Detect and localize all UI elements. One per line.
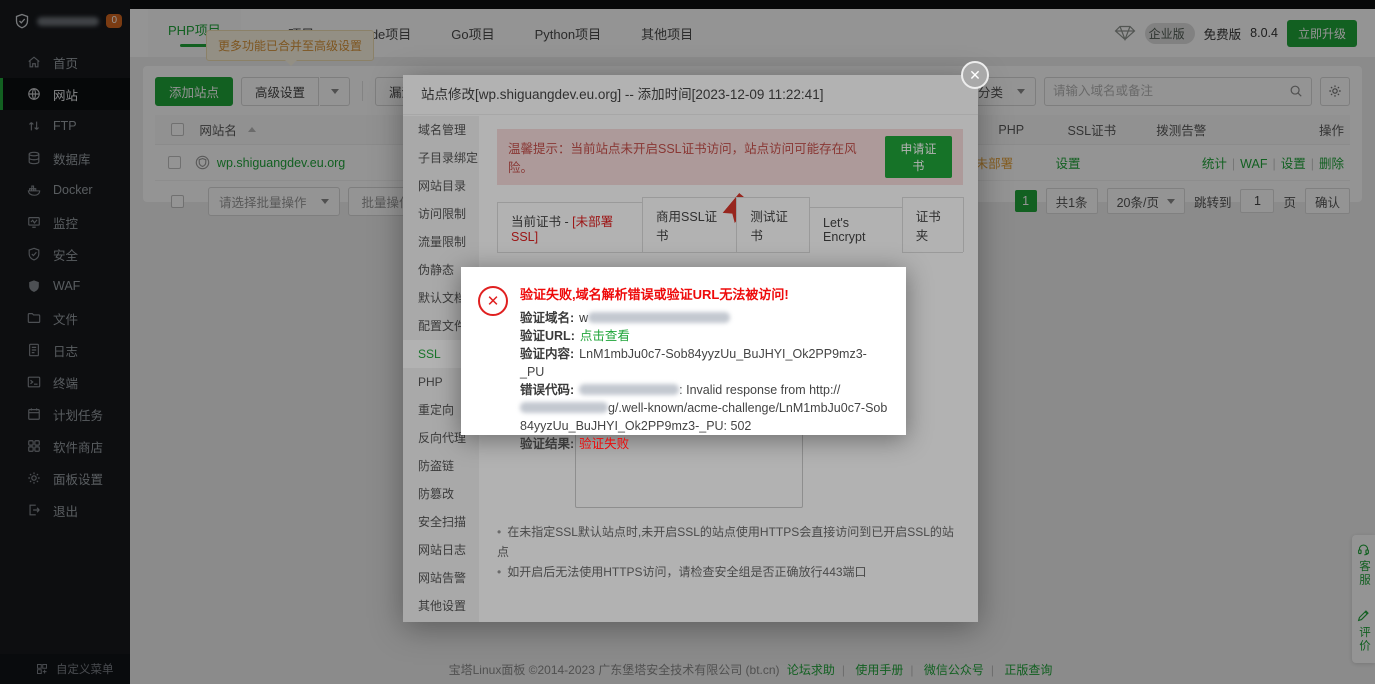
verify-content-line: 验证内容:LnM1mbJu0c7-Sob84yyzUu_BuJHYI_Ok2PP… — [520, 345, 890, 381]
error-code-line: 错误代码:: Invalid response from http://g/.w… — [520, 381, 890, 435]
view-url-link[interactable]: 点击查看 — [580, 329, 630, 343]
error-circle-x-icon: ✕ — [478, 286, 508, 316]
verify-result-value: 验证失败 — [579, 437, 629, 451]
redacted-ip — [579, 384, 679, 395]
verify-result-line: 验证结果:验证失败 — [520, 435, 890, 453]
redacted-url — [520, 402, 608, 413]
verify-url-line: 验证URL:点击查看 — [520, 327, 890, 345]
redacted-domain — [588, 312, 730, 323]
alert-title: 验证失败,域名解析错误或验证URL无法被访问! — [520, 286, 890, 304]
close-icon: ✕ — [969, 67, 981, 84]
modal-close-button[interactable]: ✕ — [961, 61, 989, 89]
verify-domain-line: 验证域名:w — [520, 309, 890, 327]
verify-fail-alert: ✕ 验证失败,域名解析错误或验证URL无法被访问! 验证域名:w 验证URL:点… — [461, 267, 906, 435]
